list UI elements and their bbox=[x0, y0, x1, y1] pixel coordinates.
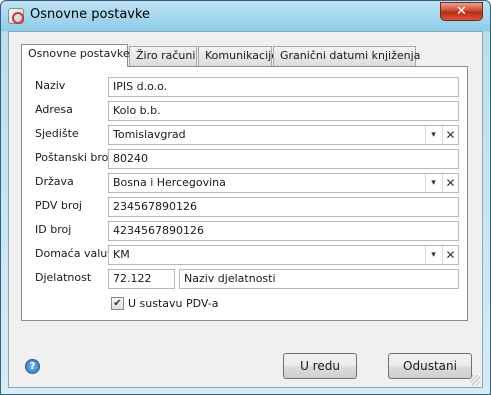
tab-panel: Naziv IPIS d.o.o. Adresa Kolo b.b. Sjedi… bbox=[21, 66, 468, 321]
sjediste-combo[interactable]: Tomislavgrad ▾ ✕ bbox=[108, 125, 459, 145]
ok-button[interactable]: U redu bbox=[283, 353, 357, 379]
drzava-combo[interactable]: Bosna i Hercegovina ▾ ✕ bbox=[108, 173, 459, 193]
window-title: Osnovne postavke bbox=[30, 7, 151, 22]
tab-ziro-racuni[interactable]: Žiro računi bbox=[129, 46, 197, 66]
chevron-down-icon[interactable]: ▾ bbox=[425, 174, 441, 192]
pdv-broj-input[interactable]: 234567890126 bbox=[108, 197, 459, 217]
clear-icon[interactable]: ✕ bbox=[442, 174, 458, 192]
clear-icon[interactable]: ✕ bbox=[442, 126, 458, 144]
postanski-broj-input[interactable]: 80240 bbox=[108, 149, 459, 169]
djelatnost-name-input[interactable]: Naziv djelatnosti bbox=[179, 269, 459, 289]
resize-grip[interactable] bbox=[470, 375, 480, 385]
djelatnost-label: Djelatnost bbox=[35, 271, 92, 284]
domaca-valuta-value: KM bbox=[113, 248, 130, 261]
tab-osnovne-postavke[interactable]: Osnovne postavke bbox=[21, 44, 130, 67]
clear-icon[interactable]: ✕ bbox=[442, 246, 458, 264]
naziv-input[interactable]: IPIS d.o.o. bbox=[108, 77, 459, 97]
dialog-window: Osnovne postavke ✕ Osnovne postavke Žiro… bbox=[0, 0, 491, 395]
id-broj-input[interactable]: 4234567890126 bbox=[108, 221, 459, 241]
pdv-checkbox[interactable]: ✔ bbox=[111, 297, 124, 310]
pdv-broj-label: PDV broj bbox=[35, 199, 82, 212]
id-broj-label: ID broj bbox=[35, 223, 72, 236]
sjediste-value: Tomislavgrad bbox=[113, 128, 186, 141]
adresa-label: Adresa bbox=[35, 103, 73, 116]
help-icon[interactable]: ? bbox=[25, 359, 40, 374]
app-icon bbox=[8, 8, 24, 24]
chevron-down-icon[interactable]: ▾ bbox=[425, 126, 441, 144]
tab-granicni-datumi[interactable]: Granični datumi knjiženja bbox=[273, 46, 420, 66]
domaca-valuta-combo[interactable]: KM ▾ ✕ bbox=[108, 245, 459, 265]
sjediste-label: Sjedište bbox=[35, 127, 79, 140]
drzava-value: Bosna i Hercegovina bbox=[113, 176, 226, 189]
drzava-label: Država bbox=[35, 175, 74, 188]
dialog-body: Osnovne postavke Žiro računi Komunikacij… bbox=[8, 31, 483, 388]
pdv-checkbox-label[interactable]: U sustavu PDV-a bbox=[128, 297, 219, 310]
adresa-input[interactable]: Kolo b.b. bbox=[108, 101, 459, 121]
domaca-valuta-label: Domaća valuta bbox=[35, 247, 119, 260]
chevron-down-icon[interactable]: ▾ bbox=[425, 246, 441, 264]
cancel-button[interactable]: Odustani bbox=[388, 353, 472, 379]
djelatnost-code-input[interactable]: 72.122 bbox=[108, 269, 175, 289]
tab-komunikacije[interactable]: Komunikacije bbox=[198, 46, 278, 66]
close-button[interactable]: ✕ bbox=[440, 2, 483, 21]
naziv-label: Naziv bbox=[35, 79, 66, 92]
title-bar[interactable]: Osnovne postavke ✕ bbox=[1, 1, 490, 31]
postanski-broj-label: Poštanski broj bbox=[35, 151, 112, 164]
